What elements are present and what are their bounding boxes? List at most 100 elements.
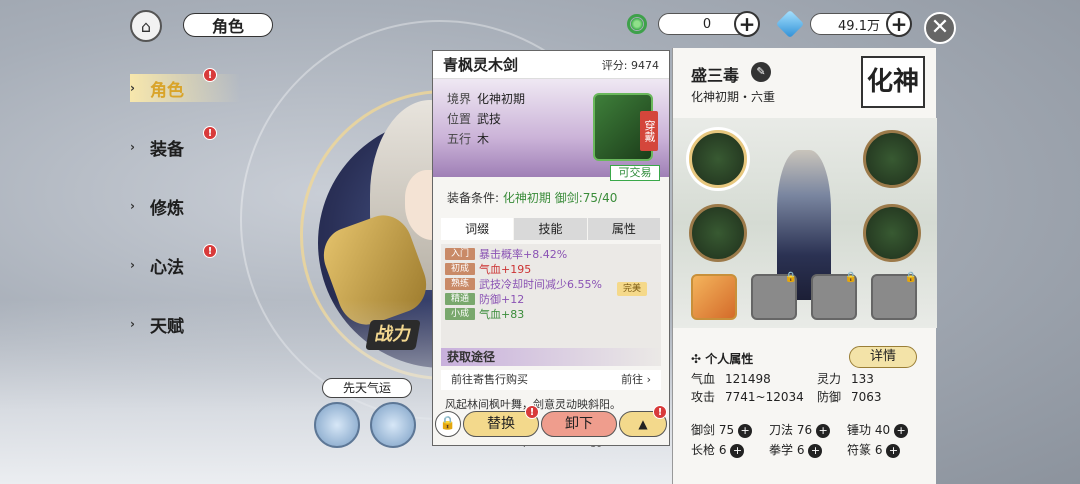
add-jade-button[interactable]: + [734,11,760,37]
menu-label: 修炼 [150,198,184,219]
menu-item-mind-method[interactable]: › 心法 [130,251,240,279]
affix-text: 气血+195 [479,263,532,276]
goto-link[interactable]: 前往 › [621,370,651,390]
affix-text: 武技冷却时间减少6.55% [479,278,602,291]
sect-icon[interactable]: ✎ [751,62,771,82]
locked-slot[interactable]: 🔒 [751,272,797,320]
attribute-grid: 气血 121498 灵力 133 攻击 7741~12034 防御 7063 [691,370,882,406]
affix-tier: 入门 [445,248,475,260]
fortune-avatar[interactable] [314,402,360,448]
attr-value: 133 [851,372,874,386]
innate-fortune-label: 先天气运 [322,378,412,398]
skill-stat: 拳学 6 + [769,440,847,460]
menu-item-character[interactable]: › 角色 [130,74,240,102]
item-score: 评分: 9474 [602,57,659,73]
attr-value: 7063 [851,390,882,404]
tab-attribute[interactable]: 属性 [587,218,661,240]
plus-icon[interactable]: + [816,423,831,438]
tab-affix[interactable]: 词缀 [441,218,515,240]
info-key: 五行 [447,132,472,146]
attr-key: 灵力 [817,372,842,386]
plus-icon[interactable]: + [730,443,745,458]
jade-currency-icon [627,14,647,34]
skill-value: 75 [718,423,735,437]
skill-key: 长枪 [691,443,716,457]
skill-value: 6 [874,443,883,457]
locked-slot[interactable]: 🔒 [871,272,917,320]
attr-head-label: 个人属性 [705,352,754,366]
skill-value: 40 [874,423,891,437]
item-detail-panel: 青枫灵木剑 评分: 9474 境界 化神初期 位置 武技 五行木 穿戴 可交易 装备… [432,50,670,446]
req-sword: 御剑:75/40 [554,191,618,205]
unequip-button[interactable]: 卸下 [541,411,617,437]
plus-icon[interactable]: + [886,443,901,458]
item-tabs: 词缀 技能 属性 [441,218,661,240]
menu-item-cultivation[interactable]: › 修炼 [130,192,240,220]
battle-power-badge[interactable]: 战力 [365,320,421,350]
character-realm: 化神初期・六重 [691,90,776,104]
equip-slot[interactable] [689,130,747,188]
skill-stat: 长枪 6 + [691,440,769,460]
tradable-tag: 可交易 [610,165,660,181]
skill-value: 6 [796,443,805,457]
attr-row: 气血 121498 灵力 133 [691,370,882,388]
plus-icon[interactable]: + [738,423,753,438]
page-title: 角色 [183,13,273,37]
affix-tier: 精通 [445,293,475,305]
equip-slot[interactable] [689,204,747,262]
plus-icon[interactable]: + [808,443,823,458]
alert-badge: ! [203,68,217,82]
alert-badge: ! [525,405,539,419]
fortune-avatar[interactable] [370,402,416,448]
menu-label: 角色 [150,80,184,101]
artifact-slot[interactable] [691,274,737,320]
equip-slot[interactable] [863,204,921,262]
affix-row: 初成 气血+195 [445,263,657,276]
obtain-route[interactable]: 前往寄售行购买 前往 › [441,370,661,390]
wear-tag: 穿戴 [640,111,658,151]
affix-row: 小成 气血+83 [445,308,657,321]
equip-requirement: 装备条件: 化神初期 御剑:75/40 [433,177,669,218]
chevron-right-icon: › [130,140,135,154]
affix-text: 气血+83 [479,308,525,321]
chevron-right-icon: › [130,317,135,331]
item-name: 青枫灵木剑 [443,56,519,74]
lock-icon[interactable]: 🔒 [435,411,461,437]
alert-badge: ! [203,244,217,258]
affix-row: 入门 暴击概率+8.42% [445,248,657,261]
lock-icon: 🔒 [904,272,917,283]
skill-stat: 符篆 6 + [847,440,925,460]
character-name: 盛三毒 [691,66,740,85]
affix-text: 暴击概率+8.42% [479,248,568,261]
item-header: 青枫灵木剑 评分: 9474 [433,51,669,79]
lock-icon: 🔒 [844,272,857,283]
attr-value: 7741~12034 [725,390,804,404]
goto-label: 前往 [621,373,644,386]
skill-stat: 御剑 75 + [691,420,769,440]
affix-tier: 小成 [445,308,475,320]
home-icon[interactable]: ⌂ [130,10,162,42]
equip-slot[interactable] [863,130,921,188]
obtain-text: 前往寄售行购买 [451,373,528,386]
attr-row: 攻击 7741~12034 防御 7063 [691,388,882,406]
menu-item-talent[interactable]: › 天赋 [130,310,240,338]
info-value: 木 [477,132,490,146]
close-icon[interactable]: ✕ [924,12,956,44]
skill-stat: 锤功 40 + [847,420,925,440]
add-gem-button[interactable]: + [886,11,912,37]
menu-label: 装备 [150,139,184,160]
info-value: 化神初期 [477,92,526,106]
locked-slot[interactable]: 🔒 [811,272,857,320]
chevron-right-icon: › [130,199,135,213]
affix-tier: 初成 [445,263,475,275]
plus-icon[interactable]: + [894,423,909,438]
skill-value: 6 [718,443,727,457]
personal-attributes-header: ✣ 个人属性 [691,352,754,366]
skill-key: 御剑 [691,423,716,437]
attr-key: 防御 [817,390,842,404]
info-key: 境界 [447,92,472,106]
tab-skill[interactable]: 技能 [514,218,588,240]
menu-item-equipment[interactable]: › 装备 [130,133,240,161]
skill-key: 符篆 [847,443,872,457]
details-button[interactable]: 详情 [849,346,917,368]
